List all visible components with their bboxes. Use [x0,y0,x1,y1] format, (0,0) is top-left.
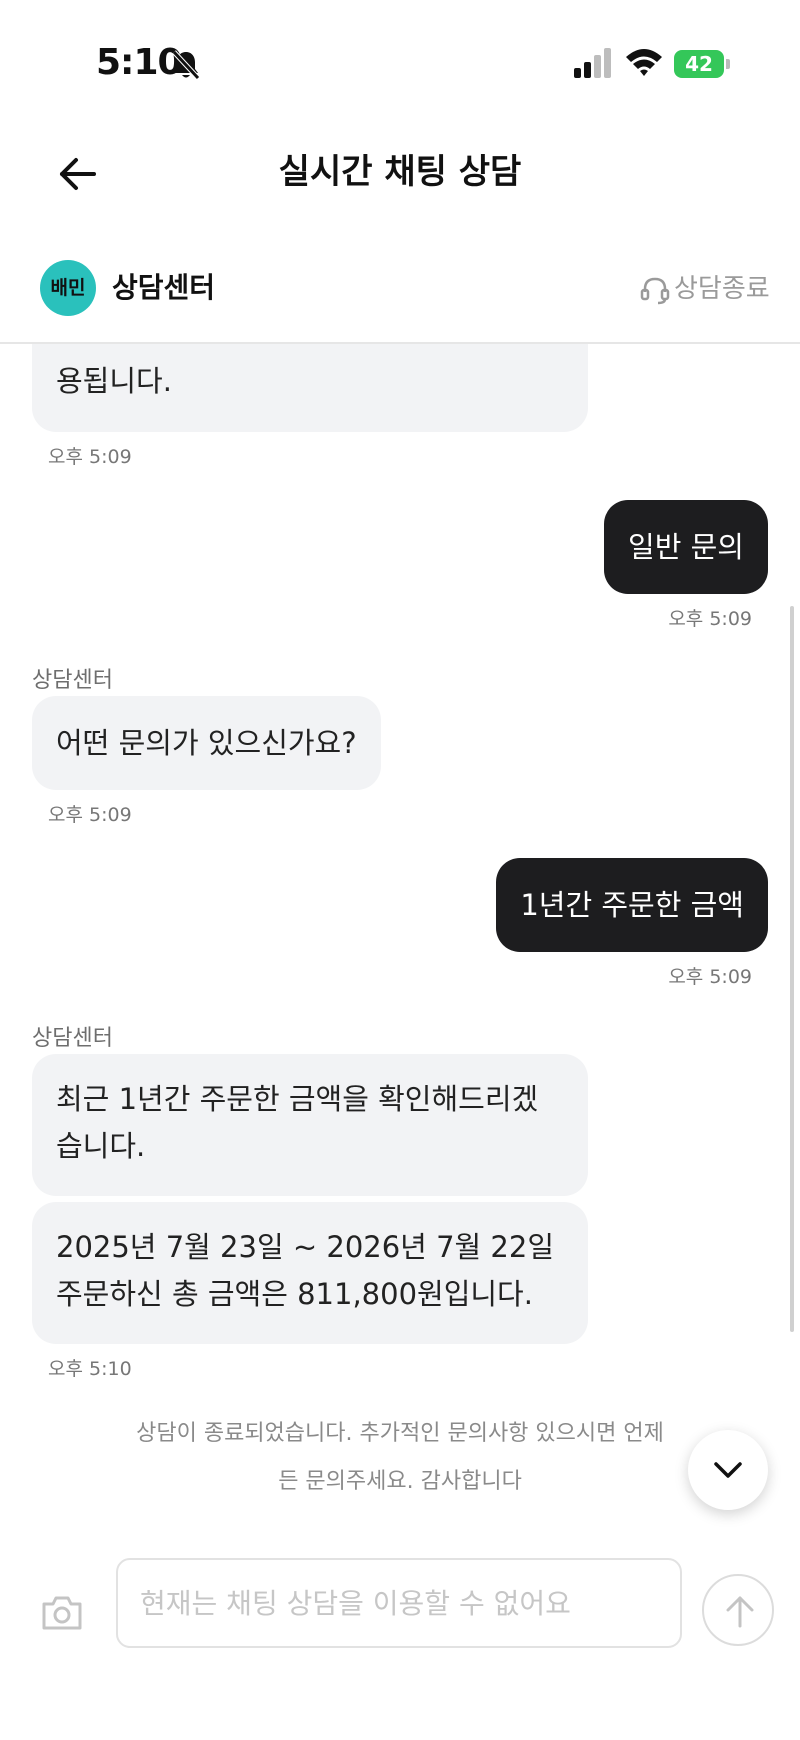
headset-icon [640,277,670,304]
bell-off-icon [172,50,200,80]
chevron-down-icon [714,1462,742,1478]
end-chat-button[interactable]: 상담종료 [640,268,770,308]
message-text: 용됩니다. [56,364,172,398]
chat-ended-notice: 상담이 종료되었습니다. 추가적인 문의사항 있으시면 언제 든 문의주세요. … [120,1410,680,1506]
message-time: 오후 5:09 [668,966,752,988]
sender-name: 상담센터 [32,668,113,693]
message-text: 2025년 7월 23일 ~ 2026년 7월 22일 [56,1230,554,1264]
chat-ended-line: 든 문의주세요. 감사합니다 [278,1469,522,1494]
scrollbar[interactable] [790,606,794,1332]
message-time: 오후 5:09 [48,446,132,468]
message-bubble-outgoing: 1년간 주문한 금액 [496,858,768,952]
chat-ended-line: 상담이 종료되었습니다. 추가적인 문의사항 있으시면 언제 [136,1421,664,1446]
page-title: 실시간 채팅 상담 [278,152,522,192]
message-time: 오후 5:09 [668,608,752,630]
battery-level: 42 [674,50,724,78]
camera-icon[interactable] [40,1592,84,1632]
counsel-center-bar: 배민 상담센터 상담종료 [0,238,800,344]
message-text: 습니다. [56,1129,146,1163]
message-bubble-incoming: 2025년 7월 23일 ~ 2026년 7월 22일 주문하신 총 금액은 8… [32,1202,588,1344]
nav-header: 실시간 채팅 상담 [0,130,800,230]
battery-indicator: 42 [674,50,730,80]
message-input[interactable] [116,1558,682,1648]
message-time: 오후 5:09 [48,804,132,826]
end-chat-label: 상담종료 [674,274,770,304]
message-input-bar [0,1540,800,1740]
status-bar: 5:10 42 [0,0,800,130]
message-bubble-incoming: 용됩니다. [32,344,588,432]
baemin-logo: 배민 [40,260,96,316]
sender-name: 상담센터 [32,1026,113,1051]
send-button[interactable] [702,1574,774,1646]
arrow-up-icon [726,1596,754,1628]
message-bubble-incoming: 최근 1년간 주문한 금액을 확인해드리겠 습니다. [32,1054,588,1196]
message-text: 주문하신 총 금액은 811,800원입니다. [56,1277,533,1311]
battery-cap [726,59,730,69]
message-text: 최근 1년간 주문한 금액을 확인해드리겠 [56,1082,539,1116]
message-bubble-incoming: 어떤 문의가 있으신가요? [32,696,381,790]
scroll-to-bottom-button[interactable] [688,1430,768,1510]
message-time: 오후 5:10 [48,1358,132,1380]
message-bubble-outgoing: 일반 문의 [604,500,768,594]
center-name: 상담센터 [112,271,216,304]
message-text: 어떤 문의가 있으신가요? [56,726,357,760]
cellular-signal-icon [574,48,611,78]
wifi-icon [626,49,662,76]
status-time: 5:10 [96,42,183,83]
chat-messages[interactable]: 용됩니다. 오후 5:09 일반 문의 오후 5:09 상담센터 어떤 문의가 … [0,344,800,1394]
